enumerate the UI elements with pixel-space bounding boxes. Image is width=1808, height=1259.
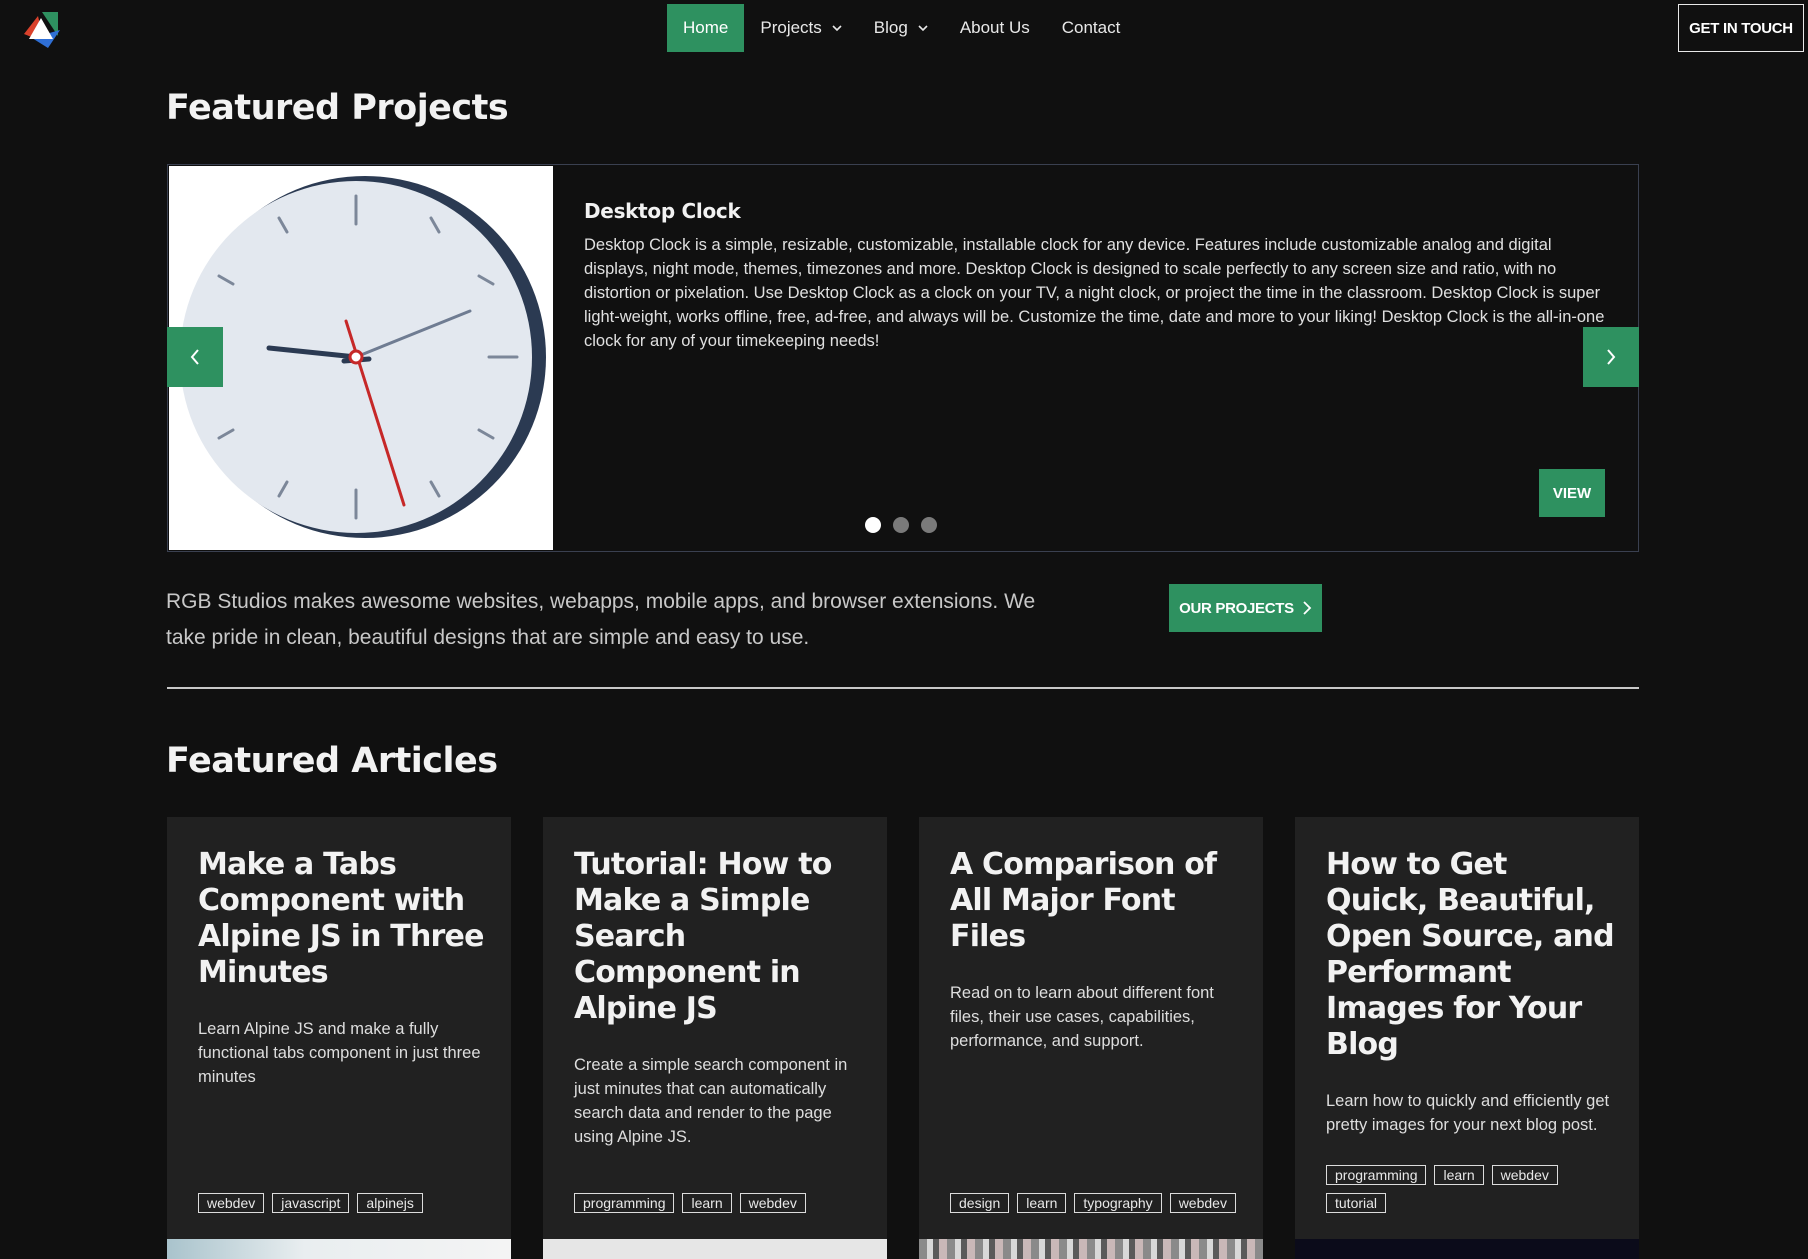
carousel-dot-1[interactable] <box>865 517 881 533</box>
slide-description: Desktop Clock is a simple, resizable, cu… <box>584 236 1605 350</box>
main-nav: Home Projects Blog About Us Contact <box>667 4 1136 52</box>
projects-carousel: Desktop Clock Desktop Clock is a simple,… <box>167 164 1639 552</box>
our-projects-button[interactable]: OUR PROJECTS <box>1169 584 1322 632</box>
navbar: Home Projects Blog About Us Contact GET … <box>0 0 1808 56</box>
article-thumbnail[interactable] <box>543 1239 887 1259</box>
nav-projects[interactable]: Projects <box>744 4 857 52</box>
section-divider <box>167 687 1639 689</box>
article-title[interactable]: Make a Tabs Component with Alpine JS in … <box>198 847 488 991</box>
nav-blog-label: Blog <box>873 18 908 37</box>
chevron-right-icon <box>1607 349 1616 365</box>
tag[interactable]: learn <box>1434 1165 1484 1185</box>
tag[interactable]: webdev <box>1491 1165 1558 1185</box>
nav-projects-label: Projects <box>760 18 822 37</box>
nav-about-us[interactable]: About Us <box>944 4 1046 52</box>
chevron-down-icon <box>832 25 842 32</box>
carousel-dots <box>865 517 937 533</box>
slide-title: Desktop Clock <box>584 199 741 223</box>
nav-home-label: Home <box>683 18 729 37</box>
rgb-studios-logo-icon[interactable] <box>18 8 64 50</box>
article-tags: programming learn webdev <box>574 1193 864 1213</box>
article-description: Learn how to quickly and efficiently get… <box>1326 1092 1610 1134</box>
carousel-prev-button[interactable] <box>167 327 223 387</box>
slide-content: Desktop Clock Desktop Clock is a simple,… <box>584 199 1614 353</box>
featured-projects-title: Featured Projects <box>166 88 509 128</box>
article-title[interactable]: Tutorial: How to Make a Simple Search Co… <box>574 847 864 1027</box>
tag[interactable]: programming <box>1326 1165 1427 1185</box>
view-project-button[interactable]: VIEW <box>1539 469 1605 517</box>
intro-text: RGB Studios makes awesome websites, weba… <box>166 590 1036 649</box>
chevron-right-icon <box>1303 601 1312 615</box>
get-in-touch-button[interactable]: GET IN TOUCH <box>1678 4 1804 52</box>
tag[interactable]: tutorial <box>1326 1193 1387 1213</box>
nav-about-us-label: About Us <box>959 18 1030 37</box>
tag[interactable]: webdev <box>1169 1193 1236 1213</box>
article-description: Read on to learn about different font fi… <box>950 984 1214 1050</box>
article-tags: programming learn webdev tutorial <box>1326 1165 1616 1213</box>
article-thumbnail[interactable] <box>1295 1239 1639 1259</box>
article-description: Learn Alpine JS and make a fully functio… <box>198 1020 481 1086</box>
carousel-next-button[interactable] <box>1583 327 1639 387</box>
featured-articles-title: Featured Articles <box>166 741 498 781</box>
tag[interactable]: javascript <box>272 1193 350 1213</box>
article-tags: design learn typography webdev <box>950 1193 1240 1213</box>
nav-blog[interactable]: Blog <box>858 4 944 52</box>
article-card[interactable]: Make a Tabs Component with Alpine JS in … <box>167 817 511 1259</box>
tag[interactable]: learn <box>1017 1193 1067 1213</box>
clock-illustration-icon <box>180 176 546 538</box>
article-card[interactable]: Tutorial: How to Make a Simple Search Co… <box>543 817 887 1259</box>
tag[interactable]: webdev <box>198 1193 265 1213</box>
nav-home[interactable]: Home <box>667 4 745 52</box>
tag[interactable]: typography <box>1074 1193 1162 1213</box>
our-projects-label: OUR PROJECTS <box>1179 599 1294 617</box>
carousel-dot-2[interactable] <box>893 517 909 533</box>
tag[interactable]: alpinejs <box>357 1193 423 1213</box>
carousel-dot-3[interactable] <box>921 517 937 533</box>
desktop-clock-image <box>169 166 553 550</box>
article-description: Create a simple search component in just… <box>574 1056 848 1146</box>
article-title[interactable]: How to Get Quick, Beautiful, Open Source… <box>1326 847 1616 1063</box>
article-thumbnail[interactable] <box>919 1239 1263 1259</box>
tag[interactable]: programming <box>574 1193 675 1213</box>
tag[interactable]: design <box>950 1193 1010 1213</box>
article-thumbnail[interactable] <box>167 1239 511 1259</box>
nav-contact-label: Contact <box>1061 18 1121 37</box>
article-card[interactable]: How to Get Quick, Beautiful, Open Source… <box>1295 817 1639 1259</box>
chevron-down-icon <box>918 25 928 32</box>
tag[interactable]: learn <box>682 1193 732 1213</box>
tag[interactable]: webdev <box>739 1193 806 1213</box>
chevron-left-icon <box>190 349 199 365</box>
article-tags: webdev javascript alpinejs <box>198 1193 488 1213</box>
article-card[interactable]: A Comparison of All Major Font Files Rea… <box>919 817 1263 1259</box>
article-title[interactable]: A Comparison of All Major Font Files <box>950 847 1240 955</box>
nav-contact[interactable]: Contact <box>1046 4 1137 52</box>
